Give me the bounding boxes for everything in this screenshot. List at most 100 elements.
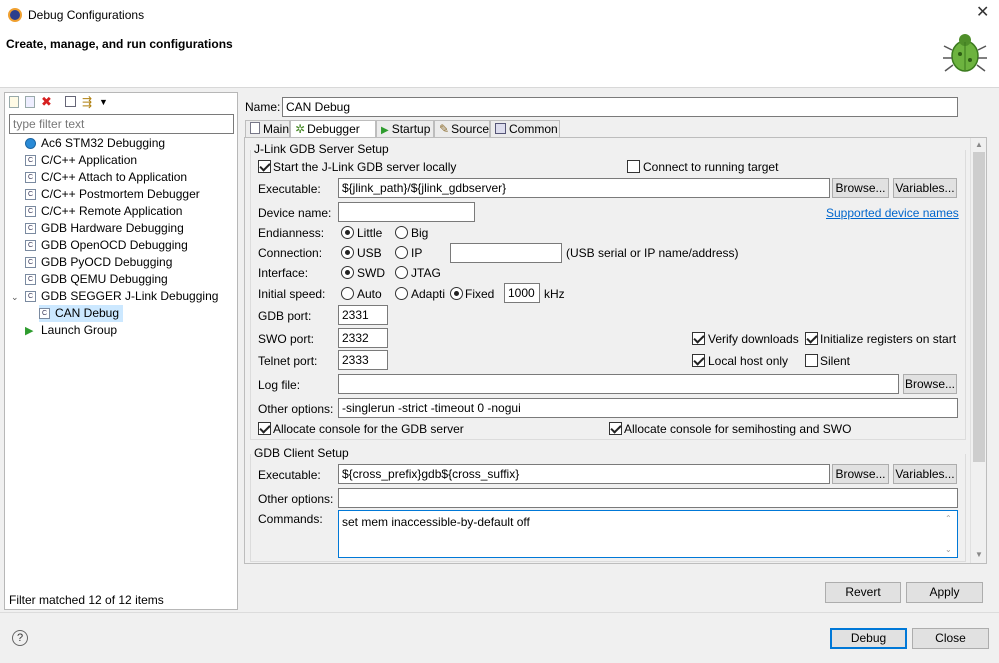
tab-source[interactable]: ✎ Source [434, 120, 490, 137]
duplicate-icon[interactable] [25, 96, 35, 108]
start-locally-checkbox[interactable] [258, 160, 271, 173]
tab-debugger[interactable]: ✲ Debugger [290, 120, 376, 138]
scroll-down-icon[interactable]: ▼ [975, 548, 983, 562]
little-label: Little [357, 226, 383, 240]
scroll-up-icon[interactable]: ▲ [975, 138, 983, 152]
close-button[interactable]: Close [912, 628, 989, 649]
close-icon[interactable]: ✕ [976, 5, 989, 21]
textarea-scroll-down-icon[interactable]: ⌄ [945, 543, 952, 557]
c-app-icon: C [25, 291, 36, 303]
tree-item-label: C/C++ Attach to Application [41, 170, 188, 184]
log-browse-button[interactable]: Browse... [903, 374, 957, 394]
vertical-scrollbar[interactable]: ▲ ▼ [970, 138, 986, 563]
tree-item-label: GDB OpenOCD Debugging [41, 238, 188, 252]
delete-icon[interactable]: ✖ [41, 95, 52, 109]
tree-item-label: GDB PyOCD Debugging [41, 255, 173, 269]
log-file-input[interactable] [338, 374, 899, 394]
server-exec-input[interactable]: ${jlink_path}/${jlink_gdbserver} [338, 178, 830, 198]
config-tree: Ac6 STM32 Debugging C C/C++ Application C… [5, 135, 237, 385]
connect-running-checkbox[interactable] [627, 160, 640, 173]
footer-divider [0, 612, 999, 613]
ip-radio[interactable] [395, 246, 408, 259]
commands-textarea[interactable]: set mem inaccessible-by-default off ⌃ ⌄ [338, 510, 958, 558]
connect-running-label: Connect to running target [643, 160, 779, 174]
name-input[interactable]: CAN Debug [282, 97, 958, 117]
client-variables-button[interactable]: Variables... [893, 464, 957, 484]
client-exec-input[interactable]: ${cross_prefix}gdb${cross_suffix} [338, 464, 830, 484]
tab-label: Debugger [307, 122, 360, 136]
adaptive-radio[interactable] [395, 287, 408, 300]
gdb-port-input[interactable]: 2331 [338, 305, 388, 325]
app-icon [8, 8, 22, 22]
apply-button[interactable]: Apply [906, 582, 983, 603]
device-input[interactable] [338, 202, 475, 222]
tab-label: Main [263, 122, 290, 136]
client-other-input[interactable] [338, 488, 958, 508]
dialog-header: Create, manage, and run configurations [0, 30, 999, 88]
tree-item[interactable]: ⌄ C GDB SEGGER J-Link Debugging [11, 288, 218, 305]
connection-hint: (USB serial or IP name/address) [566, 246, 739, 260]
tree-item[interactable]: C C/C++ Attach to Application [25, 169, 187, 186]
tree-item[interactable]: Ac6 STM32 Debugging [25, 135, 165, 152]
tree-item-label: Launch Group [41, 323, 118, 337]
tree-item[interactable]: C GDB QEMU Debugging [25, 271, 168, 288]
help-icon[interactable]: ? [12, 630, 28, 646]
debug-button[interactable]: Debug [830, 628, 907, 649]
chevron-down-icon[interactable]: ⌄ [11, 289, 25, 306]
connection-address-input[interactable] [450, 243, 562, 263]
tree-item[interactable]: ▶ Launch Group [25, 322, 117, 339]
alloc-gdb-checkbox[interactable] [258, 422, 271, 435]
swo-port-label: SWO port: [258, 332, 315, 346]
new-config-icon[interactable] [9, 96, 19, 108]
server-browse-button[interactable]: Browse... [832, 178, 889, 198]
alloc-semihosting-checkbox[interactable] [609, 422, 622, 435]
telnet-port-input[interactable]: 2333 [338, 350, 388, 370]
tab-common[interactable]: Common [490, 120, 560, 137]
tree-item-label: GDB Hardware Debugging [41, 221, 184, 235]
server-variables-button[interactable]: Variables... [893, 178, 957, 198]
server-other-input[interactable]: -singlerun -strict -timeout 0 -nogui [338, 398, 958, 418]
supported-devices-link[interactable]: Supported device names [826, 206, 959, 220]
chevron-down-icon[interactable]: ▼ [99, 95, 108, 109]
silent-checkbox[interactable] [805, 354, 818, 367]
scrollbar-thumb[interactable] [973, 152, 985, 462]
verify-downloads-checkbox[interactable] [692, 332, 705, 345]
c-app-icon: C [39, 308, 50, 320]
tree-item-label: GDB QEMU Debugging [41, 272, 168, 286]
big-radio[interactable] [395, 226, 408, 239]
textarea-scroll-up-icon[interactable]: ⌃ [945, 512, 952, 526]
usb-radio[interactable] [341, 246, 354, 259]
swo-port-input[interactable]: 2332 [338, 328, 388, 348]
auto-label: Auto [357, 287, 382, 301]
start-locally-label: Start the J-Link GDB server locally [273, 160, 457, 174]
fixed-radio[interactable] [450, 287, 463, 300]
stm32-icon [25, 138, 36, 150]
tab-main[interactable]: Main [245, 120, 290, 137]
tree-item-label: C/C++ Application [41, 153, 138, 167]
revert-button[interactable]: Revert [825, 582, 901, 603]
tree-item[interactable]: C GDB OpenOCD Debugging [25, 237, 188, 254]
filter-input[interactable]: type filter text [9, 114, 234, 134]
launch-group-icon: ▶ [25, 325, 34, 337]
init-registers-checkbox[interactable] [805, 332, 818, 345]
tree-item[interactable]: C C/C++ Postmortem Debugger [25, 186, 200, 203]
tree-item[interactable]: C GDB PyOCD Debugging [25, 254, 172, 271]
local-host-checkbox[interactable] [692, 354, 705, 367]
client-browse-button[interactable]: Browse... [832, 464, 889, 484]
swd-radio[interactable] [341, 266, 354, 279]
tree-item[interactable]: C GDB Hardware Debugging [25, 220, 184, 237]
jtag-radio[interactable] [395, 266, 408, 279]
little-radio[interactable] [341, 226, 354, 239]
connection-label: Connection: [258, 246, 323, 260]
collapse-all-icon[interactable] [65, 96, 76, 107]
commands-text: set mem inaccessible-by-default off [342, 515, 530, 529]
auto-radio[interactable] [341, 287, 354, 300]
c-app-icon: C [25, 257, 36, 269]
filter-icon[interactable]: ⇶ [82, 95, 92, 109]
tab-startup[interactable]: ▶ Startup [376, 120, 434, 137]
tree-item[interactable]: C C/C++ Application [25, 152, 137, 169]
speed-input[interactable]: 1000 [504, 283, 540, 303]
tree-item-selected[interactable]: C CAN Debug [39, 305, 124, 322]
filter-status: Filter matched 12 of 12 items [9, 593, 164, 607]
tree-item[interactable]: C C/C++ Remote Application [25, 203, 182, 220]
